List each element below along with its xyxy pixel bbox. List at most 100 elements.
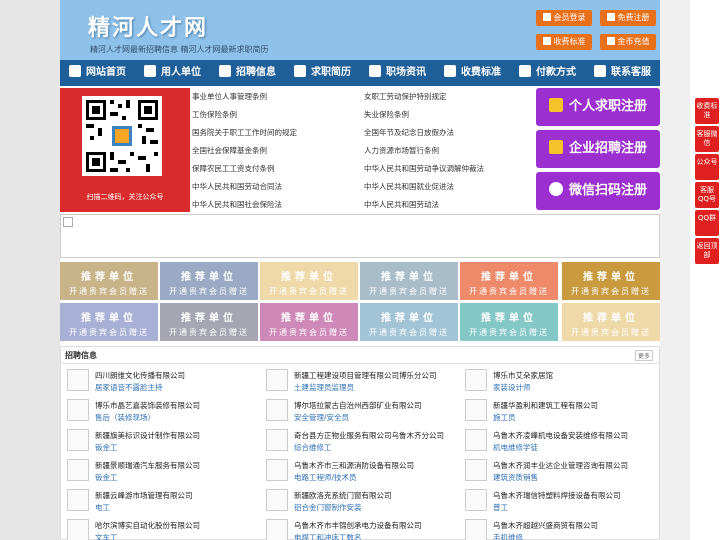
job-title[interactable]: 普工	[493, 502, 508, 513]
float-pricing-button[interactable]: 收费标准	[695, 98, 719, 124]
ad-slot[interactable]: 推荐单位 开通贵宾会员赠送	[562, 262, 660, 300]
nav-pricing[interactable]: 收费标准	[435, 60, 510, 86]
company-name[interactable]: 乌鲁木齐润丰业达企业管理咨询有限公司	[493, 460, 628, 471]
nav-contact[interactable]: 联系客服	[585, 60, 660, 86]
personal-register-button[interactable]: 个人求职注册	[536, 88, 660, 126]
wechat-register-button[interactable]: 微信扫码注册	[536, 172, 660, 210]
news-link[interactable]: 人力资源市场暂行条例	[364, 145, 439, 156]
job-title[interactable]: 土建监理员监理员	[294, 382, 354, 393]
job-title[interactable]: 电焊工和冲床工数名	[294, 532, 362, 540]
list-item[interactable]: 新疆欧洛克系统门窗有限公司 铝合金门窗制作安装	[262, 487, 458, 515]
company-name[interactable]: 乌鲁木齐市三和源消防设备有限公司	[294, 460, 414, 471]
company-name[interactable]: 奇台县方正物业服务有限公司乌鲁木齐分公司	[294, 430, 444, 441]
job-title[interactable]: 施工员	[493, 412, 516, 423]
ad-slot[interactable]: 推荐单位 开通贵宾会员赠送	[460, 262, 558, 300]
float-back-to-top-button[interactable]: 返回顶部	[695, 238, 719, 264]
company-name[interactable]: 新疆景顺瑞通汽车服务有限公司	[95, 460, 200, 471]
ad-slot[interactable]: 推荐单位 开通贵宾会员赠送	[460, 303, 558, 341]
ad-slot[interactable]: 推荐单位 开通贵宾会员赠送	[260, 303, 358, 341]
float-official-account-button[interactable]: 公众号	[695, 154, 719, 180]
ad-slot[interactable]: 推荐单位 开通贵宾会员赠送	[160, 262, 258, 300]
job-title[interactable]: 铝合金门窗制作安装	[294, 502, 362, 513]
member-login-button[interactable]: 会员登录	[536, 10, 592, 26]
company-register-button[interactable]: 企业招聘注册	[536, 130, 660, 168]
list-item[interactable]: 奇台县方正物业服务有限公司乌鲁木齐分公司 综合维修工	[262, 427, 458, 455]
company-name[interactable]: 四川朗维文化传播有限公司	[95, 370, 185, 381]
ad-slot[interactable]: 推荐单位 开通贵宾会员赠送	[160, 303, 258, 341]
nav-employers[interactable]: 用人单位	[135, 60, 210, 86]
float-qq-group-button[interactable]: QQ群	[695, 210, 719, 236]
news-link[interactable]: 中华人民共和国劳动合同法	[192, 181, 282, 192]
list-item[interactable]: 新疆云峰游市场管理有限公司 电工	[63, 487, 259, 515]
company-name[interactable]: 新疆工程建设项目管理有限公司博乐分公司	[294, 370, 437, 381]
news-link[interactable]: 工伤保险条例	[192, 109, 237, 120]
company-name[interactable]: 哈尔滨博实自动化股份有限公司	[95, 520, 200, 531]
list-item[interactable]: 乌鲁木齐市丰锦创承电力设备有限公司 电焊工和冲床工数名	[262, 517, 458, 540]
ad-slot[interactable]: 推荐单位 开通贵宾会员赠送	[360, 303, 458, 341]
news-link[interactable]: 失业保险条例	[364, 109, 409, 120]
news-link[interactable]: 保障农民工工资支付条例	[192, 163, 275, 174]
list-item[interactable]: 乌鲁木齐凌峰机电设备安装维修有限公司 机电维修学徒	[461, 427, 657, 455]
job-title[interactable]: 居家语音不露脸主持	[95, 382, 163, 393]
company-name[interactable]: 新疆欧洛克系统门窗有限公司	[294, 490, 392, 501]
list-item[interactable]: 乌鲁木齐润丰业达企业管理咨询有限公司 建筑资质销售	[461, 457, 657, 485]
job-title[interactable]: 建筑资质销售	[493, 472, 538, 483]
list-item[interactable]: 乌鲁木齐超越兴盛商贸有限公司 手机维修	[461, 517, 657, 540]
ad-slot[interactable]: 推荐单位 开通贵宾会员赠送	[60, 262, 158, 300]
float-wechat-button[interactable]: 客服微信	[695, 126, 719, 152]
pricing-button[interactable]: 收费标准	[536, 34, 592, 50]
ad-slot[interactable]: 推荐单位 开通贵宾会员赠送	[260, 262, 358, 300]
news-link[interactable]: 女职工劳动保护特别规定	[364, 91, 447, 102]
list-item[interactable]: 博乐市晶艺嘉装饰装修有限公司 售后（装修现场）	[63, 397, 259, 425]
list-item[interactable]: 乌鲁木齐瑞信特塑料焊接设备有限公司 普工	[461, 487, 657, 515]
ad-slot[interactable]: 推荐单位 开通贵宾会员赠送	[60, 303, 158, 341]
ad-slot[interactable]: 推荐单位 开通贵宾会员赠送	[360, 262, 458, 300]
company-name[interactable]: 博乐市晶艺嘉装饰装修有限公司	[95, 400, 200, 411]
news-link[interactable]: 国务院关于职工工作时间的规定	[192, 127, 297, 138]
list-item[interactable]: 新疆华盈利和建筑工程有限公司 施工员	[461, 397, 657, 425]
job-title[interactable]: 机电维修学徒	[493, 442, 538, 453]
list-item[interactable]: 新疆工程建设项目管理有限公司博乐分公司 土建监理员监理员	[262, 367, 458, 395]
job-title[interactable]: 钣金工	[95, 472, 118, 483]
float-qq-button[interactable]: 客服QQ号	[695, 182, 719, 208]
company-name[interactable]: 博尔塔拉蒙古自治州西部矿业有限公司	[294, 400, 422, 411]
nav-home[interactable]: 网站首页	[60, 60, 135, 86]
news-link[interactable]: 中华人民共和国劳动争议调解仲裁法	[364, 163, 484, 174]
recharge-button[interactable]: 金币充值	[600, 34, 656, 50]
news-link[interactable]: 中华人民共和国社会保险法	[192, 199, 282, 210]
list-item[interactable]: 博尔塔拉蒙古自治州西部矿业有限公司 安全管理/安全员	[262, 397, 458, 425]
job-title[interactable]: 家装设计师	[493, 382, 531, 393]
list-item[interactable]: 新疆旗美标识设计制作有限公司 钣金工	[63, 427, 259, 455]
list-item[interactable]: 乌鲁木齐市三和源消防设备有限公司 电路工程师/技术员	[262, 457, 458, 485]
company-name[interactable]: 博乐市艾朵家居馆	[493, 370, 553, 381]
nav-resumes[interactable]: 求职简历	[285, 60, 360, 86]
company-name[interactable]: 新疆云峰游市场管理有限公司	[95, 490, 193, 501]
company-name[interactable]: 乌鲁木齐凌峰机电设备安装维修有限公司	[493, 430, 628, 441]
job-title[interactable]: 电工	[95, 502, 110, 513]
list-item[interactable]: 四川朗维文化传播有限公司 居家语音不露脸主持	[63, 367, 259, 395]
job-title[interactable]: 安全管理/安全员	[294, 412, 349, 423]
news-link[interactable]: 事业单位人事管理条例	[192, 91, 267, 102]
nav-jobs[interactable]: 招聘信息	[210, 60, 285, 86]
company-name[interactable]: 乌鲁木齐超越兴盛商贸有限公司	[493, 520, 598, 531]
company-name[interactable]: 乌鲁木齐市丰锦创承电力设备有限公司	[294, 520, 422, 531]
job-title[interactable]: 文车工	[95, 532, 118, 540]
news-link[interactable]: 全国年节及纪念日放假办法	[364, 127, 454, 138]
nav-news[interactable]: 职场资讯	[360, 60, 435, 86]
company-name[interactable]: 新疆旗美标识设计制作有限公司	[95, 430, 200, 441]
company-name[interactable]: 乌鲁木齐瑞信特塑料焊接设备有限公司	[493, 490, 621, 501]
list-item[interactable]: 新疆景顺瑞通汽车服务有限公司 钣金工	[63, 457, 259, 485]
list-item[interactable]: 博乐市艾朵家居馆 家装设计师	[461, 367, 657, 395]
news-link[interactable]: 中华人民共和国劳动法	[364, 199, 439, 210]
job-title[interactable]: 钣金工	[95, 442, 118, 453]
ad-slot[interactable]: 推荐单位 开通贵宾会员赠送	[562, 303, 660, 341]
job-title[interactable]: 售后（装修现场）	[95, 412, 155, 423]
free-register-button[interactable]: 免费注册	[600, 10, 656, 26]
job-title[interactable]: 综合维修工	[294, 442, 332, 453]
news-link[interactable]: 中华人民共和国就业促进法	[364, 181, 454, 192]
company-name[interactable]: 新疆华盈利和建筑工程有限公司	[493, 400, 598, 411]
nav-payment[interactable]: 付款方式	[510, 60, 585, 86]
banner-placeholder[interactable]	[60, 214, 660, 258]
job-title[interactable]: 手机维修	[493, 532, 523, 540]
more-link[interactable]: 更多	[634, 350, 653, 361]
